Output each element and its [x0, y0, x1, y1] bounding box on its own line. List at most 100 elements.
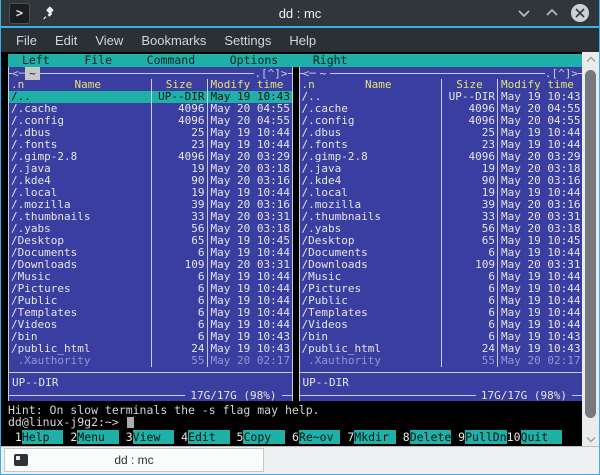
- column-header-name[interactable]: Name: [25, 79, 151, 91]
- function-key-bar: 1Help 2Menu 3View 4Edit 5Copy 6Re~ov 7Mk…: [8, 430, 583, 444]
- fkey-4[interactable]: 4Edit: [174, 430, 230, 444]
- terminal-scrollbar[interactable]: [582, 52, 599, 446]
- right-disk-usage: 17G/17G (98%): [480, 388, 567, 402]
- minimize-button[interactable]: [515, 4, 533, 22]
- fkey-number: 8: [395, 430, 410, 444]
- app-menu-edit[interactable]: Edit: [46, 31, 86, 50]
- app-menubar: File Edit View Bookmarks Settings Help: [1, 28, 599, 52]
- app-menu-help[interactable]: Help: [280, 31, 325, 50]
- file-mtime: May 20 02:17: [206, 355, 292, 367]
- fkey-label: Menu: [77, 430, 119, 444]
- terminal-tab-icon: [14, 454, 28, 466]
- mc-left-panel: <─ ~ .[^]> .n Name Size Modify time /.. U…: [8, 66, 293, 402]
- file-name: /.thumbnails: [11, 211, 91, 223]
- column-header-name[interactable]: Name: [316, 79, 442, 91]
- fkey-label: PullDn: [465, 430, 507, 444]
- fkey-1[interactable]: 1Help: [8, 430, 64, 444]
- file-name: /.local: [11, 187, 58, 199]
- mc-menu-right[interactable]: Right: [313, 54, 348, 67]
- file-name: /Music: [301, 271, 342, 283]
- mc-menu-options[interactable]: Options: [230, 54, 278, 67]
- column-header-size[interactable]: Size: [441, 79, 497, 91]
- sort-indicator[interactable]: .n: [300, 79, 316, 91]
- column-header-mtime[interactable]: Modify time: [206, 79, 292, 91]
- file-name: /.fonts: [11, 139, 58, 151]
- right-panel-directory[interactable]: ~: [316, 67, 331, 80]
- shell-prompt: dd@linux-j9g2:~>: [8, 415, 119, 429]
- frame-line: [299, 389, 477, 401]
- file-name: /..: [11, 91, 31, 103]
- app-menu-settings[interactable]: Settings: [215, 31, 280, 50]
- app-menu-view[interactable]: View: [86, 31, 132, 50]
- file-name: /.java: [11, 163, 51, 175]
- fkey-6[interactable]: 6Re~ov: [285, 430, 341, 444]
- scrollbar-handle[interactable]: [585, 70, 596, 418]
- titlebar[interactable]: > dd : mc: [1, 0, 599, 28]
- frame-line: [9, 67, 12, 79]
- fkey-8[interactable]: 8Delete: [395, 430, 452, 444]
- frame-line: [39, 67, 255, 79]
- scroll-up-icon[interactable]: [586, 52, 596, 66]
- file-name: /.kde4: [11, 175, 51, 187]
- file-name: /.mozilla: [11, 199, 71, 211]
- fkey-number: 4: [174, 430, 189, 444]
- fkey-number: 1: [8, 430, 22, 444]
- sort-indicator[interactable]: .n: [9, 79, 25, 91]
- file-name: /Templates: [11, 307, 78, 319]
- file-name: /.yabs: [11, 223, 51, 235]
- fkey-label: Delete: [409, 430, 452, 444]
- pin-icon[interactable]: [42, 6, 56, 20]
- column-header-mtime[interactable]: Modify time: [497, 79, 582, 91]
- fkey-10[interactable]: 10Quit: [506, 430, 563, 444]
- scrollbar-track[interactable]: [582, 66, 599, 432]
- maximize-button[interactable]: [543, 4, 561, 22]
- panel-separator: [9, 367, 292, 377]
- left-disk-usage: 17G/17G (98%): [190, 388, 277, 402]
- fkey-label: Edit: [188, 430, 230, 444]
- fkey-3[interactable]: 3View: [119, 430, 175, 444]
- fkey-number: 10: [506, 430, 521, 444]
- mc-right-panel: <─ ~ .[^]> .n Name Size Modify time /.. U…: [298, 67, 583, 402]
- file-name: /Pictures: [301, 283, 362, 295]
- file-name: /Templates: [301, 307, 368, 319]
- fkey-number: 5: [229, 430, 244, 444]
- file-name: /.java: [301, 163, 342, 175]
- file-mtime: May 20 02:17: [497, 355, 582, 367]
- fkey-label: Mkdir: [354, 430, 396, 444]
- file-row[interactable]: .Xauthority 55 May 20 02:17: [300, 355, 583, 367]
- terminal-cursor: [126, 417, 134, 428]
- mc-menu-file[interactable]: File: [84, 54, 112, 67]
- fkey-number: 7: [340, 430, 355, 444]
- file-name: /public_html: [11, 343, 91, 355]
- file-size: 55: [441, 355, 497, 367]
- mc-menu-command[interactable]: Command: [147, 54, 195, 67]
- mc-screen: Left File Command Options Right <─ ~ .[^…: [8, 54, 583, 444]
- mc-menu-left[interactable]: Left: [22, 54, 50, 67]
- fkey-7[interactable]: 7Mkdir: [340, 430, 396, 444]
- file-name: /.local: [301, 187, 348, 199]
- file-name: /Music: [11, 271, 51, 283]
- app-menu-file[interactable]: File: [7, 31, 46, 50]
- column-header-size[interactable]: Size: [150, 79, 207, 91]
- terminal-view[interactable]: Left File Command Options Right <─ ~ .[^…: [1, 52, 599, 446]
- fkey-5[interactable]: 5Copy: [229, 430, 286, 444]
- file-row[interactable]: .Xauthority 55 May 20 02:17: [9, 355, 292, 367]
- fkey-label: Quit: [520, 430, 563, 444]
- close-button[interactable]: [571, 4, 589, 22]
- file-name: /..: [301, 91, 322, 103]
- frame-line: [299, 67, 303, 79]
- file-name: /.mozilla: [301, 199, 362, 211]
- fkey-9[interactable]: 9PullDn: [451, 430, 507, 444]
- panel-separator: [299, 367, 583, 377]
- scroll-down-icon[interactable]: [586, 432, 596, 446]
- right-panel-column-headers: .n Name Size Modify time: [300, 79, 583, 91]
- app-menu-bookmarks[interactable]: Bookmarks: [132, 31, 215, 50]
- file-name: /.fonts: [301, 139, 348, 151]
- file-name: /.config: [11, 115, 64, 127]
- fkey-number: 2: [63, 430, 78, 444]
- tab-dd-mc[interactable]: dd : mc: [4, 448, 264, 472]
- left-panel-directory[interactable]: ~: [25, 66, 40, 80]
- frame-line: [330, 67, 545, 79]
- fkey-2[interactable]: 2Menu: [63, 430, 119, 444]
- command-line[interactable]: dd@linux-j9g2:~>: [8, 416, 583, 429]
